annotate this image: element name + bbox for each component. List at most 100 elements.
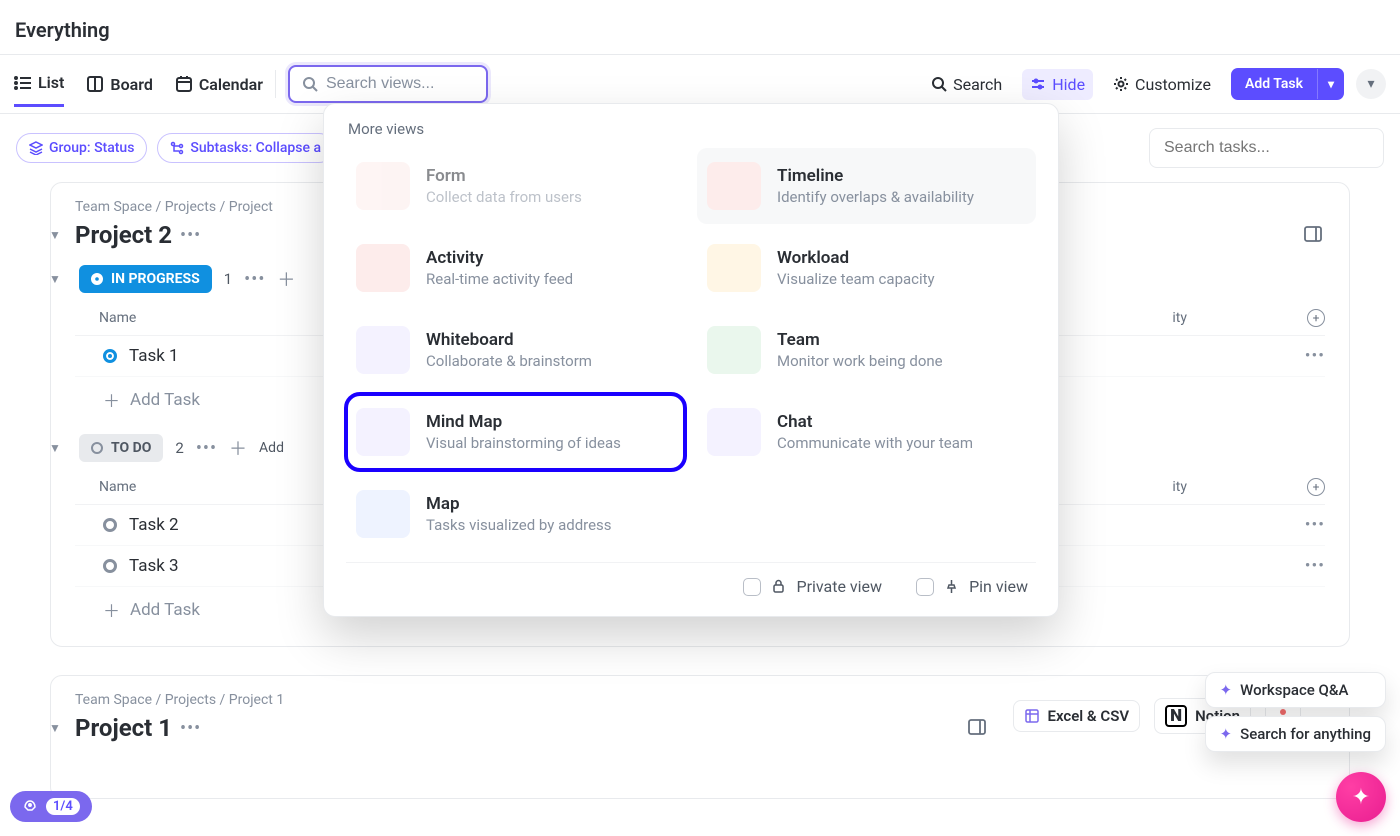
private-view-toggle[interactable]: Private view: [743, 577, 882, 596]
toolbar-search-button[interactable]: Search: [923, 69, 1010, 100]
toolbar-customize-label: Customize: [1135, 75, 1211, 94]
collapse-caret-icon[interactable]: ▼: [47, 721, 63, 735]
add-column-button[interactable]: +: [1307, 478, 1325, 496]
view-thumb-icon: [356, 326, 410, 374]
view-option-whiteboard[interactable]: WhiteboardCollaborate & brainstorm: [346, 312, 685, 388]
column-name-header[interactable]: Name: [99, 310, 136, 326]
tab-calendar[interactable]: Calendar: [175, 73, 263, 107]
view-tabs: List Board Calendar: [14, 73, 263, 95]
panel-toggle-icon[interactable]: [1303, 224, 1325, 246]
view-option-team[interactable]: TeamMonitor work being done: [697, 312, 1036, 388]
task-status-icon[interactable]: [103, 559, 117, 573]
search-views-field[interactable]: [288, 65, 488, 103]
section-add-inline-label[interactable]: Add: [259, 440, 284, 456]
add-task-button[interactable]: Add Task ▾: [1231, 68, 1344, 100]
view-option-title: Form: [426, 166, 582, 186]
search-anything-chip[interactable]: ✦ Search for anything: [1205, 716, 1386, 752]
section-add-button[interactable]: ＋: [229, 435, 247, 461]
column-right-header[interactable]: ity: [1172, 479, 1187, 495]
view-option-chat[interactable]: ChatCommunicate with your team: [697, 394, 1036, 470]
search-views-input[interactable]: [326, 75, 474, 93]
checkbox-icon[interactable]: [916, 578, 934, 596]
status-badge-to-do[interactable]: TO DO: [79, 434, 163, 462]
plus-icon: ＋: [103, 387, 120, 412]
view-option-map[interactable]: MapTasks visualized by address: [346, 476, 685, 552]
list-icon: [14, 74, 32, 92]
toolbar-overflow-button[interactable]: ▾: [1356, 69, 1386, 99]
status-badge-label: TO DO: [111, 440, 151, 456]
private-view-label: Private view: [796, 577, 882, 596]
sparkle-icon: ✦: [1220, 725, 1233, 743]
view-option-activity[interactable]: ActivityReal-time activity feed: [346, 230, 685, 306]
view-thumb-icon: [356, 244, 410, 292]
task-status-icon[interactable]: [103, 518, 117, 532]
collapse-caret-icon[interactable]: ▼: [47, 441, 63, 455]
view-thumb-icon: [356, 162, 410, 210]
pin-view-toggle[interactable]: Pin view: [916, 577, 1028, 596]
section-more-button[interactable]: •••: [244, 269, 265, 290]
tab-board[interactable]: Board: [86, 73, 152, 107]
view-option-mind-map[interactable]: Mind MapVisual brainstorming of ideas: [346, 394, 685, 470]
status-badge-in-progress[interactable]: IN PROGRESS: [79, 265, 212, 293]
import-excel-chip[interactable]: Excel & CSV: [1013, 700, 1141, 732]
task-more-button[interactable]: •••: [1305, 515, 1325, 535]
section-more-button[interactable]: •••: [196, 438, 217, 459]
view-option-desc: Collect data from users: [426, 188, 582, 206]
task-more-button[interactable]: •••: [1305, 556, 1325, 576]
column-right-header[interactable]: ity: [1172, 310, 1187, 326]
panel-toggle-icon[interactable]: [967, 717, 989, 739]
view-option-workload[interactable]: WorkloadVisualize team capacity: [697, 230, 1036, 306]
sparkle-icon: ✦: [1220, 681, 1233, 699]
project-card-project-1: Excel & CSV N Notion Team Space / Projec…: [50, 675, 1350, 799]
column-name-header[interactable]: Name: [99, 479, 136, 495]
chevron-down-icon[interactable]: ▾: [1317, 69, 1344, 99]
tab-board-label: Board: [110, 75, 152, 94]
toolbar-hide-label: Hide: [1052, 75, 1085, 94]
add-column-button[interactable]: +: [1307, 309, 1325, 327]
workspace-qa-chip[interactable]: ✦ Workspace Q&A: [1205, 672, 1386, 708]
view-option-desc: Tasks visualized by address: [426, 516, 612, 534]
view-thumb-icon: [356, 408, 410, 456]
project-more-button[interactable]: •••: [180, 225, 201, 246]
import-excel-label: Excel & CSV: [1048, 707, 1130, 725]
project-title: Project 1: [75, 714, 172, 742]
more-views-popup: More views FormCollect data from usersTi…: [323, 103, 1059, 617]
subtasks-pill[interactable]: Subtasks: Collapse a: [157, 133, 334, 163]
onboarding-progress-pill[interactable]: 1/4: [10, 791, 92, 822]
view-option-title: Chat: [777, 412, 973, 432]
search-tasks-input[interactable]: [1164, 139, 1369, 157]
project-more-button[interactable]: •••: [180, 718, 201, 739]
view-option-desc: Collaborate & brainstorm: [426, 352, 592, 370]
search-tasks-field[interactable]: [1149, 128, 1384, 168]
toolbar-hide-button[interactable]: Hide: [1022, 69, 1093, 100]
tab-list[interactable]: List: [14, 73, 64, 107]
more-views-footer: Private view Pin view: [346, 562, 1036, 606]
task-status-icon[interactable]: [103, 349, 117, 363]
view-thumb-icon: [707, 244, 761, 292]
view-option-desc: Visualize team capacity: [777, 270, 935, 288]
view-option-timeline[interactable]: TimelineIdentify overlaps & availability: [697, 148, 1036, 224]
rocket-icon: [22, 799, 38, 815]
page-title: Everything: [0, 0, 1400, 55]
collapse-caret-icon[interactable]: ▼: [47, 272, 63, 286]
onboarding-count: 1/4: [46, 798, 80, 815]
gear-icon: [1113, 76, 1129, 92]
lock-icon: [771, 579, 786, 594]
toolbar-customize-button[interactable]: Customize: [1105, 69, 1219, 100]
subtasks-icon: [170, 141, 184, 155]
collapse-caret-icon[interactable]: ▼: [47, 228, 63, 242]
section-add-button[interactable]: ＋: [277, 266, 295, 292]
notion-icon: N: [1165, 705, 1187, 727]
search-anything-label: Search for anything: [1240, 725, 1371, 743]
view-option-form[interactable]: Form Collect data from users: [346, 148, 685, 224]
search-icon: [302, 76, 318, 92]
ai-fab-button[interactable]: ✦: [1336, 772, 1386, 822]
checkbox-icon[interactable]: [743, 578, 761, 596]
view-option-desc: Monitor work being done: [777, 352, 943, 370]
subtasks-label: Subtasks: Collapse a: [190, 140, 321, 156]
board-icon: [86, 75, 104, 93]
task-more-button[interactable]: •••: [1305, 346, 1325, 366]
assist-stack: ✦ Workspace Q&A ✦ Search for anything: [1205, 672, 1386, 752]
chevron-down-icon: ▾: [1367, 76, 1374, 92]
group-status-pill[interactable]: Group: Status: [16, 133, 147, 163]
